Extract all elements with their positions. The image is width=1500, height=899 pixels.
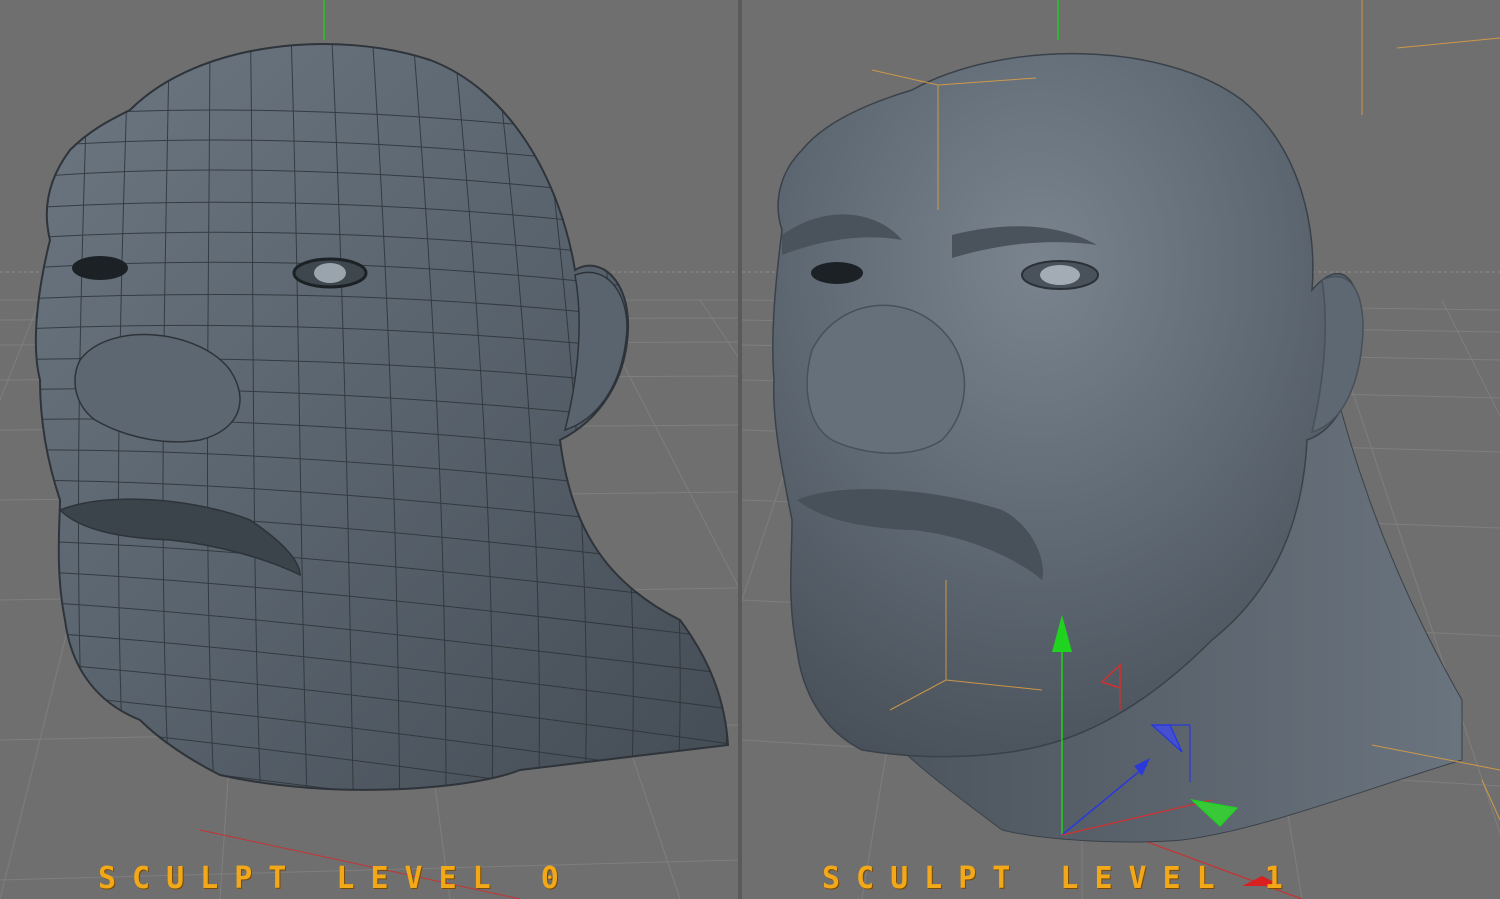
- viewport-left[interactable]: SCULPT LEVEL 0: [0, 0, 738, 899]
- viewport-left-canvas[interactable]: [0, 0, 738, 899]
- caption-sculpt-level-0: SCULPT LEVEL 0: [98, 861, 575, 896]
- caption-sculpt-level-1: SCULPT LEVEL 1: [822, 861, 1299, 896]
- viewport-right[interactable]: SCULPT LEVEL 1: [742, 0, 1500, 899]
- editor-stage: SCULPT LEVEL 0 SCULPT LEVEL 1: [0, 0, 1500, 899]
- viewport-right-canvas[interactable]: [742, 0, 1500, 899]
